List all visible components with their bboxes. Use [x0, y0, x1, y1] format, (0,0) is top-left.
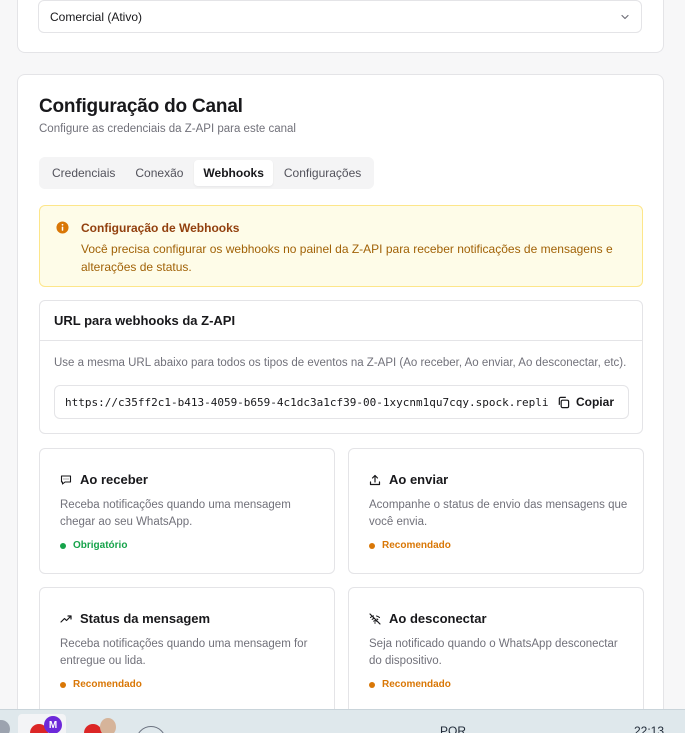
badge-label: Obrigatório — [73, 540, 128, 551]
profile-m-icon[interactable]: M — [44, 716, 62, 733]
alert-title: Configuração de Webhooks — [81, 221, 240, 235]
circle-icon[interactable] — [136, 726, 166, 733]
tab-configuracoes[interactable]: Configurações — [275, 160, 370, 186]
badge-label: Recomendado — [382, 540, 451, 551]
wifi-off-icon — [369, 612, 381, 625]
event-card-ao-enviar: Ao enviar Acompanhe o status de envio da… — [348, 448, 644, 574]
webhook-url-value[interactable]: https://c35ff2c1-b413-4059-b659-4c1dc3a1… — [65, 396, 549, 409]
event-description: Receba notificações quando uma mensagem … — [60, 638, 308, 667]
avatar[interactable] — [100, 718, 116, 733]
status-badge: Recomendado — [369, 679, 451, 690]
config-tabs: Credenciais Conexão Webhooks Configuraçõ… — [39, 157, 375, 189]
webhook-alert: Configuração de Webhooks Você precisa co… — [39, 205, 643, 287]
event-title: Ao enviar — [389, 472, 449, 487]
badge-label: Recomendado — [382, 679, 451, 690]
webhook-url-description: Use a mesma URL abaixo para todos os tip… — [54, 357, 627, 369]
tab-webhooks[interactable]: Webhooks — [194, 160, 273, 186]
event-title: Status da mensagem — [80, 611, 211, 626]
page-title: Configuração do Canal — [39, 96, 243, 117]
trending-up-icon — [60, 614, 72, 623]
copy-button[interactable]: Copiar — [549, 391, 618, 413]
webhook-url-header: URL para webhooks da Z-API — [40, 301, 642, 341]
channel-selector-card: Comercial (Ativo) — [17, 0, 664, 53]
app-icon[interactable] — [0, 720, 10, 733]
event-card-ao-receber: Ao receber Receba notificações quando um… — [39, 448, 335, 574]
status-badge: Recomendado — [369, 540, 451, 551]
clock[interactable]: 22:13 — [634, 724, 664, 733]
webhook-url-section: URL para webhooks da Z-API Use a mesma U… — [39, 300, 643, 434]
status-dot — [60, 542, 66, 549]
status-dot — [369, 542, 375, 549]
status-dot — [369, 681, 375, 688]
webhook-url-field[interactable]: https://c35ff2c1-b413-4059-b659-4c1dc3a1… — [54, 385, 629, 419]
event-description: Receba notificações quando uma mensagem … — [60, 499, 291, 528]
status-badge: Recomendado — [60, 679, 142, 690]
status-dot — [60, 681, 66, 688]
tab-credenciais[interactable]: Credenciais — [43, 160, 124, 186]
channel-select-value: Comercial (Ativo) — [50, 9, 143, 24]
copy-icon — [558, 396, 570, 408]
tab-conexao[interactable]: Conexão — [126, 160, 192, 186]
event-description: Acompanhe o status de envio das mensagen… — [369, 499, 628, 528]
message-icon — [60, 474, 72, 485]
page-subtitle: Configure as credenciais da Z-API para e… — [39, 123, 296, 135]
event-description: Seja notificado quando o WhatsApp descon… — [369, 638, 618, 667]
alert-text: Você precisa configurar os webhooks no p… — [81, 242, 613, 274]
copy-button-label: Copiar — [575, 395, 614, 409]
event-title: Ao desconectar — [389, 611, 487, 626]
info-icon — [56, 221, 69, 234]
chevron-down-icon — [621, 14, 629, 19]
badge-label: Recomendado — [73, 679, 142, 690]
event-title: Ao receber — [80, 472, 148, 487]
os-taskbar: M POR 22:13 — [0, 709, 685, 733]
channel-select[interactable]: Comercial (Ativo) — [38, 0, 642, 33]
upload-icon — [369, 474, 381, 485]
language-indicator[interactable]: POR — [440, 724, 466, 733]
channel-config-card: Configuração do Canal Configure as crede… — [17, 74, 664, 733]
status-badge: Obrigatório — [60, 540, 127, 551]
